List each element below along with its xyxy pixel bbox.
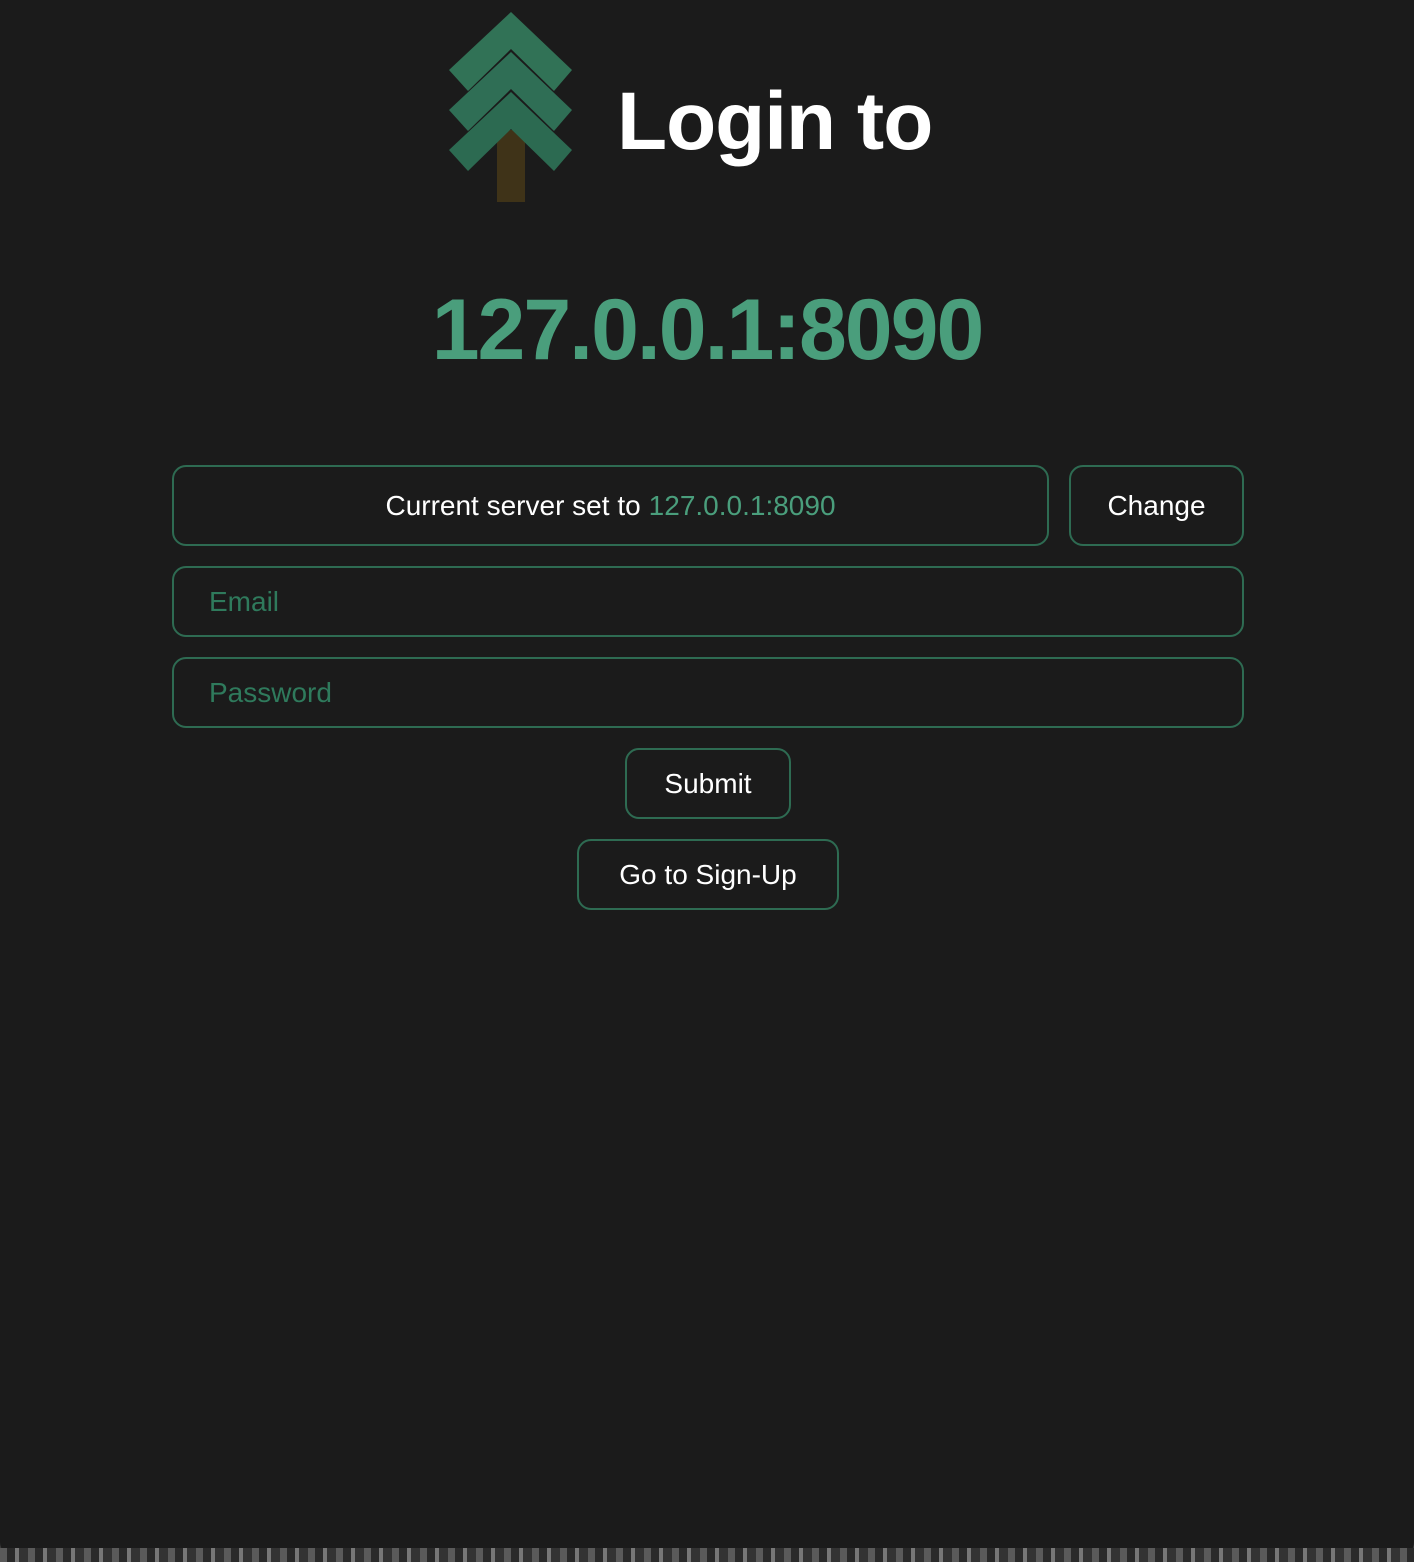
password-field[interactable] xyxy=(172,657,1244,728)
current-server-display: Current server set to 127.0.0.1:8090 xyxy=(172,465,1049,546)
go-to-signup-button[interactable]: Go to Sign-Up xyxy=(577,839,839,910)
server-address-heading: 127.0.0.1:8090 xyxy=(431,282,985,378)
current-server-value: 127.0.0.1:8090 xyxy=(648,489,836,521)
desktop-background xyxy=(0,1548,1414,1562)
email-field[interactable] xyxy=(172,566,1244,637)
submit-button[interactable]: Submit xyxy=(625,748,791,819)
app-window: Login to 127.0.0.1:8090 Current server s… xyxy=(0,0,1414,1556)
change-server-label: Change xyxy=(1107,489,1206,521)
change-server-button[interactable]: Change xyxy=(1069,465,1244,546)
signup-label: Go to Sign-Up xyxy=(619,858,797,890)
submit-label: Submit xyxy=(664,767,752,799)
current-server-prefix: Current server set to xyxy=(385,489,641,521)
pine-tree-icon xyxy=(449,12,572,202)
header: Login to xyxy=(446,10,1006,205)
page-title: Login to xyxy=(617,76,933,167)
